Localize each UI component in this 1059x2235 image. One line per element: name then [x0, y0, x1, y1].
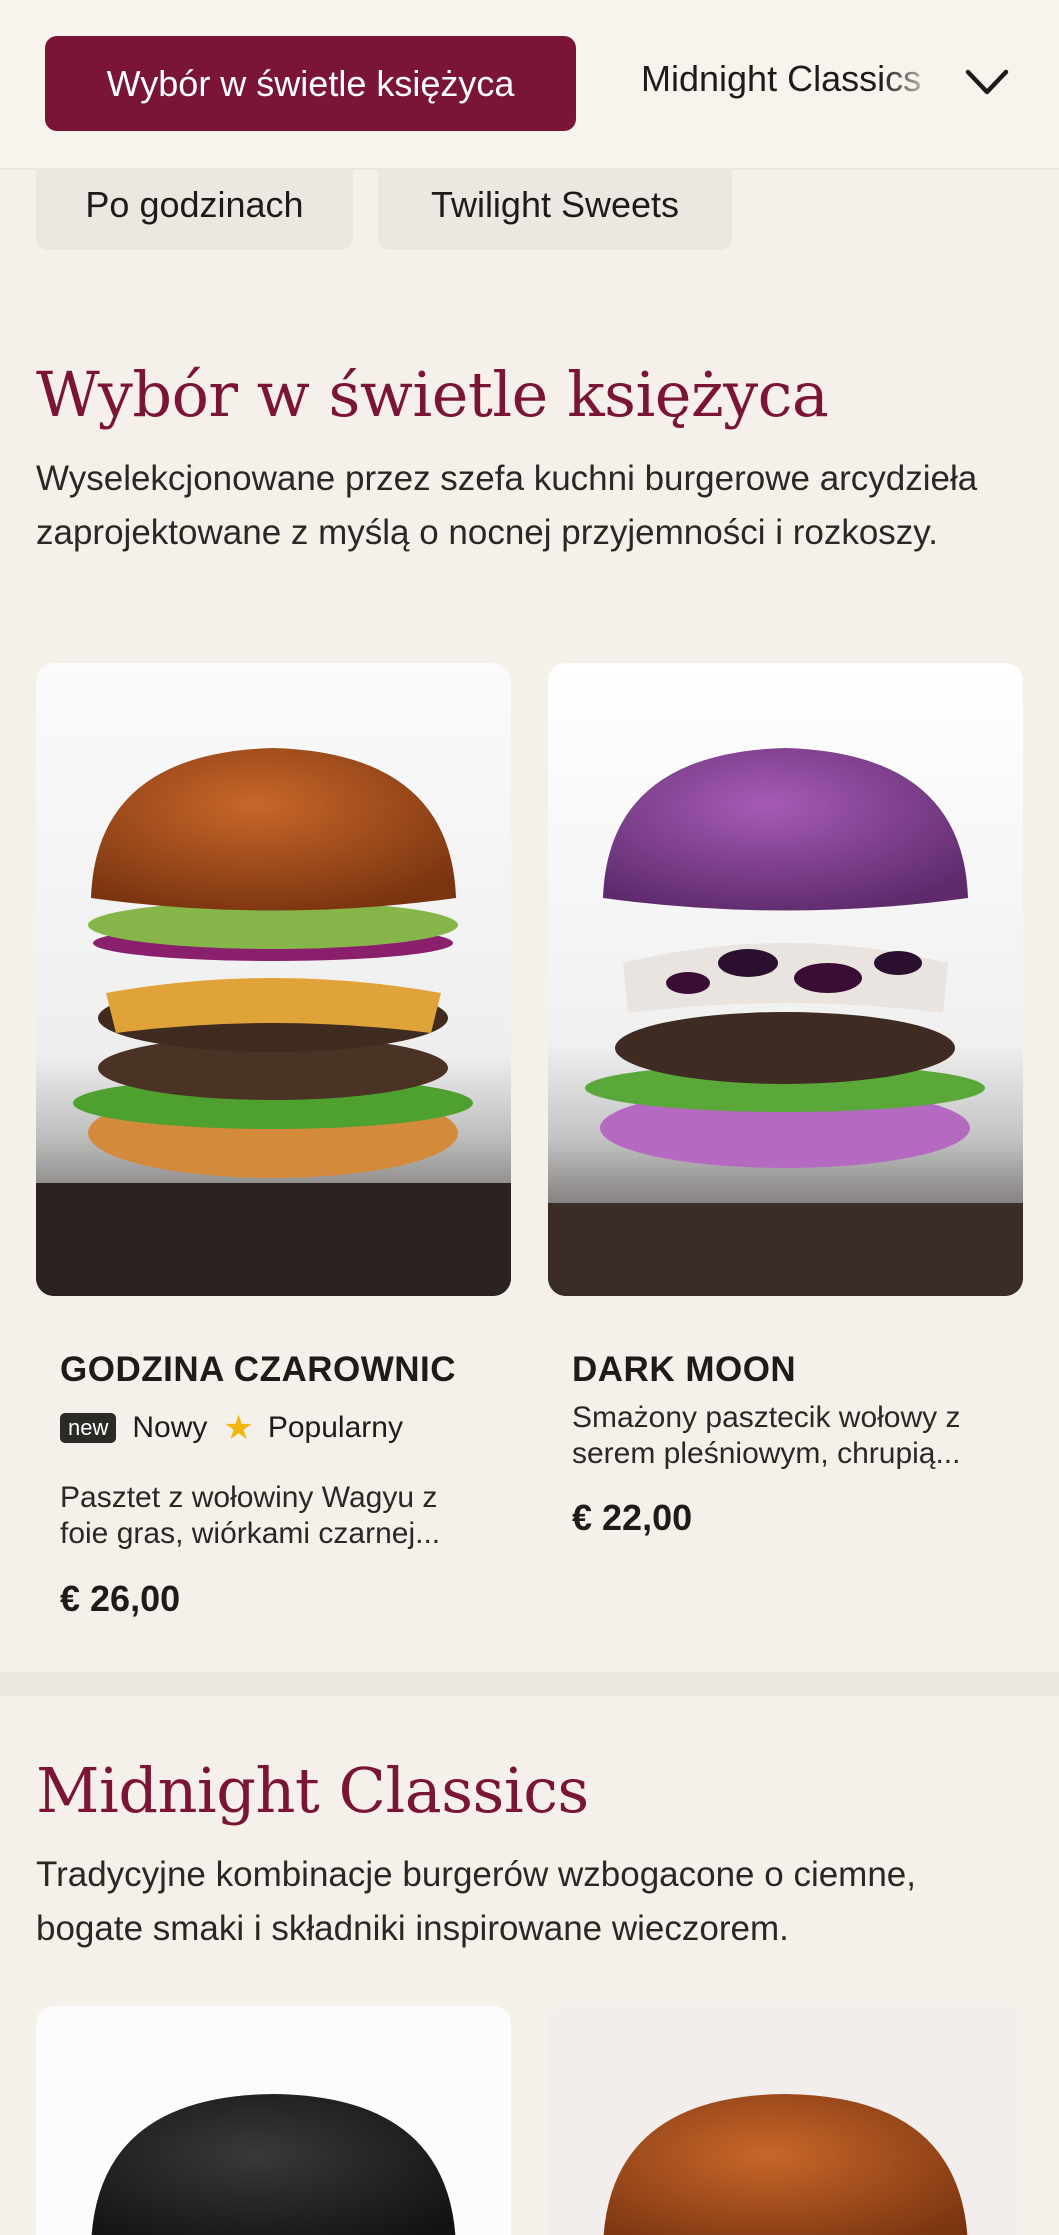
category-nav: Wybór w świetle księżyca Midnight Classi…: [0, 0, 1059, 170]
star-icon: ★: [223, 1409, 254, 1447]
section-divider: [0, 1672, 1059, 1696]
section-description: Wyselekcjonowane przez szefa kuchni burg…: [36, 459, 978, 552]
new-badge-label: Nowy: [132, 1411, 208, 1444]
burger-image[interactable]: [548, 2006, 1023, 2235]
item-description: Pasztet z wołowiny Wagyu z foie gras, wi…: [60, 1481, 441, 1550]
item-description: Smażony pasztecik wołowy z serem pleśnio…: [572, 1401, 961, 1470]
item-price: € 22,00: [572, 1497, 693, 1538]
chevron-down-icon[interactable]: [962, 62, 1012, 102]
category-chip[interactable]: Po godzinach: [36, 160, 353, 250]
section-title: Midnight Classics: [36, 1754, 589, 1827]
item-price: € 26,00: [60, 1578, 181, 1619]
section-description: Tradycyjne kombinacje burgerów wzbogacon…: [36, 1855, 916, 1948]
popular-badge-label: Popularny: [267, 1411, 403, 1444]
category-tab-active[interactable]: Wybór w świetle księżyca: [45, 36, 576, 131]
section-title: Wybór w świetle księżyca: [36, 358, 829, 431]
new-badge: new: [60, 1413, 117, 1443]
burger-image[interactable]: [36, 663, 511, 1296]
category-chip[interactable]: Twilight Sweets: [378, 160, 732, 250]
burger-image[interactable]: [548, 663, 1023, 1296]
burger-image[interactable]: [36, 2006, 511, 2235]
category-tab-next[interactable]: Midnight Classics: [641, 58, 941, 100]
item-name[interactable]: GODZINA CZAROWNIC: [60, 1350, 456, 1390]
item-name[interactable]: DARK MOON: [572, 1350, 796, 1390]
item-badges: new Nowy ★ Popularny: [60, 1408, 403, 1448]
